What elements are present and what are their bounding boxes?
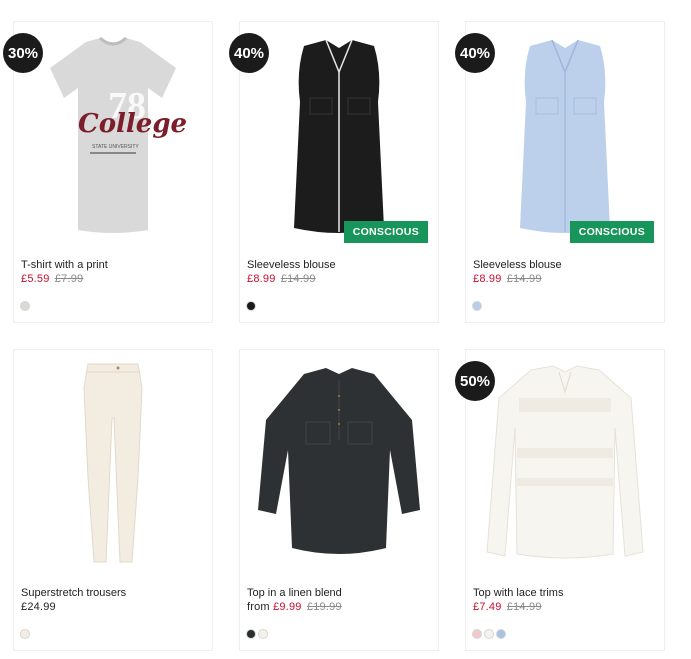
price-prefix: from bbox=[247, 601, 270, 613]
price: £24.99 bbox=[21, 601, 56, 613]
product-name[interactable]: Sleeveless blouse bbox=[247, 259, 336, 271]
product-image-trousers[interactable] bbox=[14, 350, 212, 576]
product-price: £7.49 £14.99 bbox=[473, 601, 542, 613]
color-swatch[interactable] bbox=[258, 629, 268, 639]
color-swatch[interactable] bbox=[20, 301, 30, 311]
color-swatches bbox=[20, 301, 30, 311]
product-card-sleeveless-blouse-black[interactable]: CONSCIOUS Sleeveless blouse £8.99 £14.99 bbox=[240, 22, 438, 322]
discount-badge: 40% bbox=[455, 33, 495, 73]
product-price: £8.99 £14.99 bbox=[473, 273, 542, 285]
discount-badge: 40% bbox=[229, 33, 269, 73]
product-card-linen-blend-top[interactable]: Top in a linen blend from £9.99 £19.99 bbox=[240, 350, 438, 650]
original-price: £14.99 bbox=[506, 273, 542, 285]
product-price: £5.59 £7.99 bbox=[21, 273, 83, 285]
conscious-tag: CONSCIOUS bbox=[343, 221, 428, 243]
sale-price: £8.99 bbox=[247, 273, 276, 285]
product-card-lace-trim-top[interactable]: Top with lace trims £7.49 £14.99 bbox=[466, 350, 664, 650]
product-image-tshirt[interactable]: 78 College STATE UNIVERSITY bbox=[14, 22, 212, 248]
sale-price: £9.99 bbox=[273, 601, 302, 613]
color-swatches bbox=[472, 629, 506, 639]
product-image-lace-top[interactable] bbox=[466, 350, 664, 576]
color-swatch[interactable] bbox=[472, 301, 482, 311]
product-name[interactable]: Top with lace trims bbox=[473, 587, 563, 599]
color-swatch[interactable] bbox=[246, 301, 256, 311]
sale-price: £5.59 bbox=[21, 273, 50, 285]
conscious-tag: CONSCIOUS bbox=[569, 221, 654, 243]
color-swatches bbox=[20, 629, 30, 639]
product-price: £8.99 £14.99 bbox=[247, 273, 316, 285]
product-grid: 78 College STATE UNIVERSITY T-shirt with… bbox=[0, 0, 691, 659]
discount-badge: 30% bbox=[3, 33, 43, 73]
original-price: £14.99 bbox=[506, 601, 542, 613]
color-swatch[interactable] bbox=[484, 629, 494, 639]
color-swatch[interactable] bbox=[472, 629, 482, 639]
product-price: from £9.99 £19.99 bbox=[247, 601, 342, 613]
product-image-blue-blouse[interactable] bbox=[466, 22, 664, 248]
product-name[interactable]: Superstretch trousers bbox=[21, 587, 126, 599]
color-swatch[interactable] bbox=[20, 629, 30, 639]
product-card-superstretch-trousers[interactable]: Superstretch trousers £24.99 bbox=[14, 350, 212, 650]
sale-price: £7.49 bbox=[473, 601, 502, 613]
color-swatch[interactable] bbox=[246, 629, 256, 639]
color-swatch[interactable] bbox=[496, 629, 506, 639]
original-price: £14.99 bbox=[280, 273, 316, 285]
product-price: £24.99 bbox=[21, 601, 56, 613]
original-price: £7.99 bbox=[54, 273, 84, 285]
product-card-sleeveless-blouse-blue[interactable]: CONSCIOUS Sleeveless blouse £8.99 £14.99 bbox=[466, 22, 664, 322]
color-swatches bbox=[472, 301, 482, 311]
svg-text:STATE UNIVERSITY: STATE UNIVERSITY bbox=[92, 144, 139, 150]
discount-badge: 50% bbox=[455, 361, 495, 401]
product-card-tshirt-print[interactable]: 78 College STATE UNIVERSITY T-shirt with… bbox=[14, 22, 212, 322]
color-swatches bbox=[246, 301, 256, 311]
sale-price: £8.99 bbox=[473, 273, 502, 285]
product-name[interactable]: Sleeveless blouse bbox=[473, 259, 562, 271]
product-name[interactable]: T-shirt with a print bbox=[21, 259, 108, 271]
product-name[interactable]: Top in a linen blend bbox=[247, 587, 342, 599]
product-image-black-blouse[interactable] bbox=[240, 22, 438, 248]
product-image-linen-top[interactable] bbox=[240, 350, 438, 576]
original-price: £19.99 bbox=[306, 601, 342, 613]
svg-text:College: College bbox=[78, 109, 187, 139]
color-swatches bbox=[246, 629, 268, 639]
